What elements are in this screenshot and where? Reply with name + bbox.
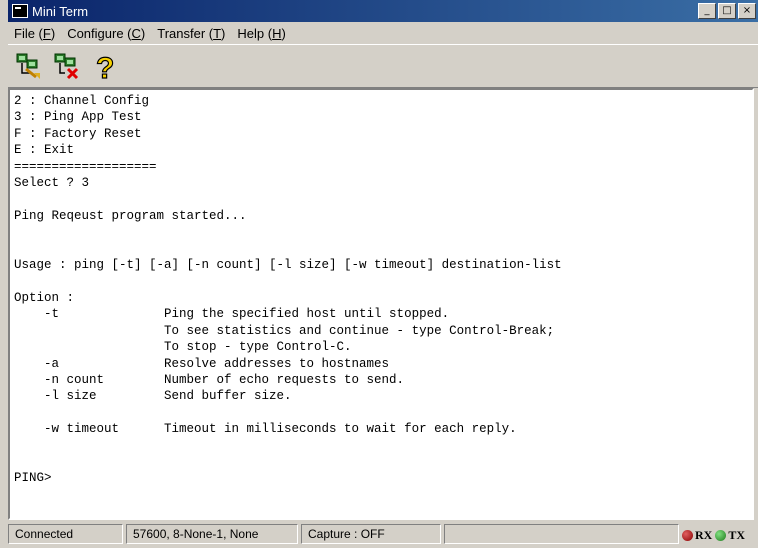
terminal-line: E : Exit [14, 143, 75, 158]
tx-indicator: TX [715, 524, 745, 546]
help-icon: ? [95, 51, 115, 81]
toolbar: ? [8, 44, 758, 88]
connect-button[interactable] [12, 49, 46, 83]
tx-led-icon [715, 529, 727, 541]
help-button[interactable]: ? [88, 49, 122, 83]
terminal-line: Ping Reqeust program started... [14, 208, 247, 223]
menu-bar: File (F) Configure (C) Transfer (T) Help… [8, 22, 758, 44]
status-spacer [444, 524, 679, 544]
menu-file[interactable]: File (F) [8, 26, 61, 41]
minimize-button[interactable]: _ [698, 3, 716, 19]
terminal-line: -a Resolve addresses to hostnames [14, 356, 390, 371]
terminal-output[interactable]: 2 : Channel Config 3 : Ping App Test F :… [8, 88, 754, 520]
window-controls: _ □ × [698, 3, 756, 19]
terminal-line: To see statistics and continue - type Co… [14, 323, 555, 338]
terminal-line: -t Ping the specified host until stopped… [14, 307, 450, 322]
capture-status: Capture : OFF [301, 524, 441, 544]
terminal-line: To stop - type Control-C. [14, 340, 352, 355]
terminal-line: -n count Number of echo requests to send… [14, 372, 405, 387]
svg-text:?: ? [96, 52, 114, 81]
terminal-line: Select ? 3 [14, 176, 90, 191]
terminal-line: =================== [14, 159, 157, 174]
terminal-text: 2 : Channel Config 3 : Ping App Test F :… [10, 90, 752, 490]
terminal-line: Option : [14, 290, 75, 305]
terminal-line: 3 : Ping App Test [14, 110, 142, 125]
window-title: Mini Term [32, 3, 89, 19]
terminal-app-icon [12, 4, 28, 18]
terminal-line: -l size Send buffer size. [14, 389, 292, 404]
terminal-line: Usage : ping [-t] [-a] [-n count] [-l si… [14, 258, 562, 273]
disconnect-button[interactable] [50, 49, 84, 83]
menu-help[interactable]: Help (H) [231, 26, 291, 41]
menu-transfer[interactable]: Transfer (T) [151, 26, 231, 41]
rx-indicator: RX [682, 524, 712, 546]
title-bar[interactable]: Mini Term _ □ × [8, 0, 758, 22]
terminal-line: F : Factory Reset [14, 126, 142, 141]
terminal-line: 2 : Channel Config [14, 94, 150, 108]
rx-led-icon [682, 529, 693, 541]
app-window: Mini Term _ □ × File (F) Configure (C) T… [8, 0, 758, 548]
status-bar: Connected 57600, 8-None-1, None Capture … [8, 524, 758, 546]
menu-configure[interactable]: Configure (C) [61, 26, 151, 41]
terminal-line: -w timeout Timeout in milliseconds to wa… [14, 422, 517, 437]
close-button[interactable]: × [738, 3, 756, 19]
disconnect-icon [54, 53, 79, 80]
connection-status: Connected [8, 524, 123, 544]
maximize-button[interactable]: □ [718, 3, 736, 19]
terminal-line: PING> [14, 471, 52, 486]
connect-icon [16, 53, 40, 79]
port-settings: 57600, 8-None-1, None [126, 524, 298, 544]
